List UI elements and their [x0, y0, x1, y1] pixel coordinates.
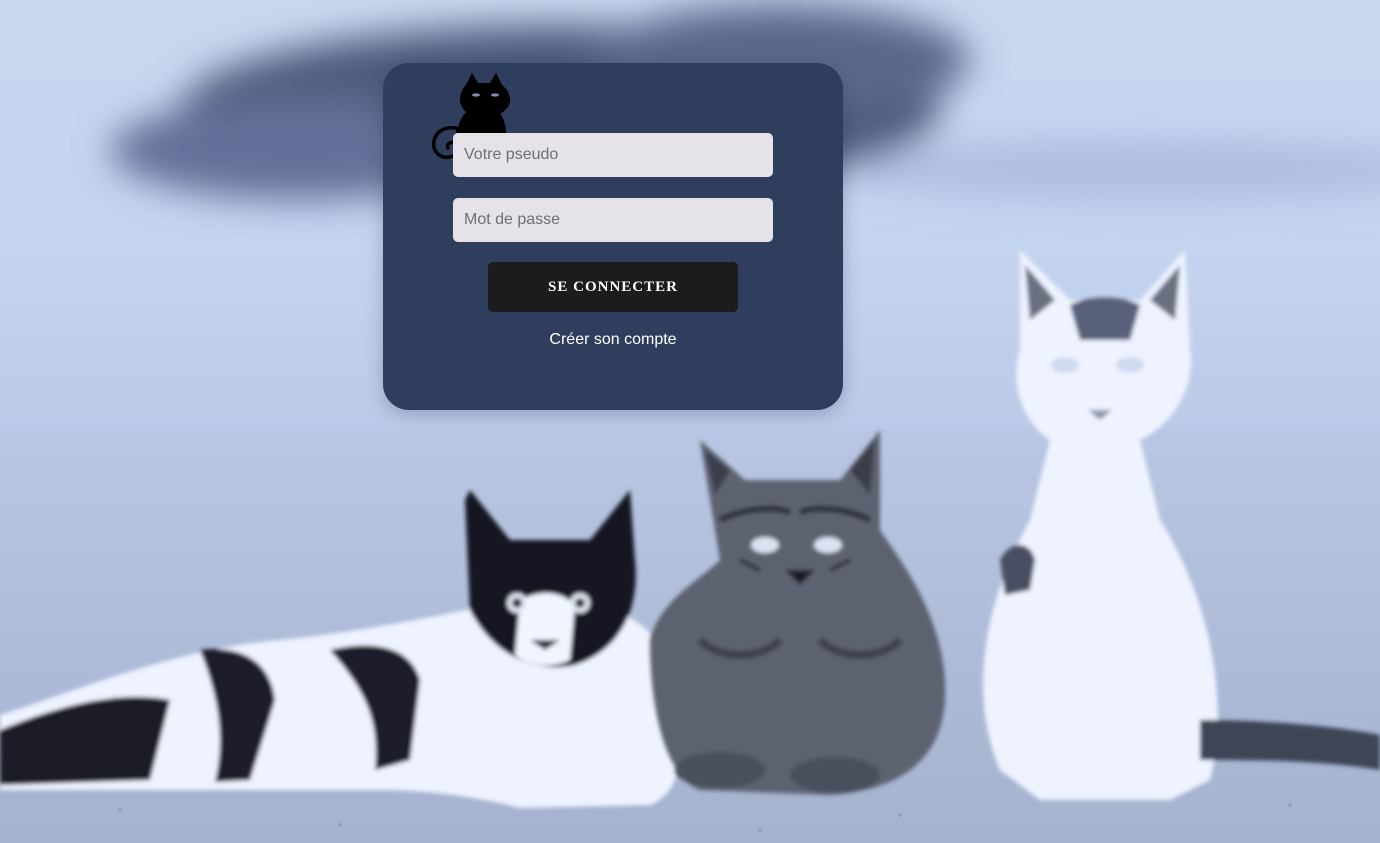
create-account-link[interactable]: Créer son compte [383, 331, 843, 349]
login-button[interactable]: SE CONNECTER [488, 262, 738, 312]
password-input[interactable] [453, 198, 773, 242]
username-input[interactable] [453, 133, 773, 177]
login-card: SE CONNECTER Créer son compte [383, 63, 843, 410]
